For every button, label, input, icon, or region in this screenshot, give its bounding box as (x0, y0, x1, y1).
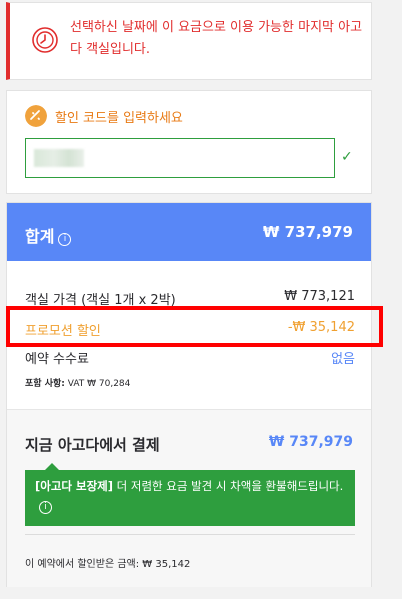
clock-alert-icon (32, 27, 58, 53)
redacted-code (34, 149, 84, 167)
booking-fee-label: 예약 수수료 (25, 352, 89, 367)
checkmark-icon: ✓ (341, 149, 353, 165)
total-label: 합계 i (25, 223, 72, 247)
pay-now-value: ₩ 737,979 (268, 434, 353, 450)
promo-code-input[interactable] (25, 138, 335, 178)
pay-now-label: 지금 아고다에서 결제 (25, 436, 160, 454)
total-header: 합계 i ₩ 737,979 (7, 203, 371, 261)
promotion-highlight-box (6, 306, 383, 347)
pay-now-section: 지금 아고다에서 결제 ₩ 737,979 [아고다 보장제] 더 저렴한 요금… (7, 409, 371, 587)
info-icon[interactable]: i (58, 233, 72, 246)
booking-fee-value: 없음 (331, 352, 355, 367)
guarantee-info-icon[interactable]: i (39, 501, 52, 514)
promo-code-section: 할인 코드를 입력하세요 ✓ (6, 90, 372, 194)
vat-included: 포함 사항: VAT ₩ 70,284 (25, 379, 131, 389)
alert-message: 선택하신 날짜에 이 요금으로 이용 가능한 마지막 아고다 객실입니다. (70, 20, 363, 57)
divider (25, 534, 355, 535)
price-guarantee-banner: [아고다 보장제] 더 저렴한 요금 발견 시 차액을 환불해드립니다. i (25, 463, 355, 526)
coupon-icon (25, 105, 47, 127)
total-value: ₩ 737,979 (262, 223, 353, 241)
saved-amount: 이 예약에서 할인받은 금액: ₩ 35,142 (25, 559, 191, 570)
price-summary: 합계 i ₩ 737,979 객실 가격 (객실 1개 x 2박) ₩ 773,1… (6, 202, 372, 587)
room-price-value: ₩ 773,121 (284, 289, 355, 304)
promo-code-label: 할인 코드를 입력하세요 (55, 111, 183, 126)
last-room-alert: 선택하신 날짜에 이 요금으로 이용 가능한 마지막 아고다 객실입니다. (6, 2, 372, 80)
